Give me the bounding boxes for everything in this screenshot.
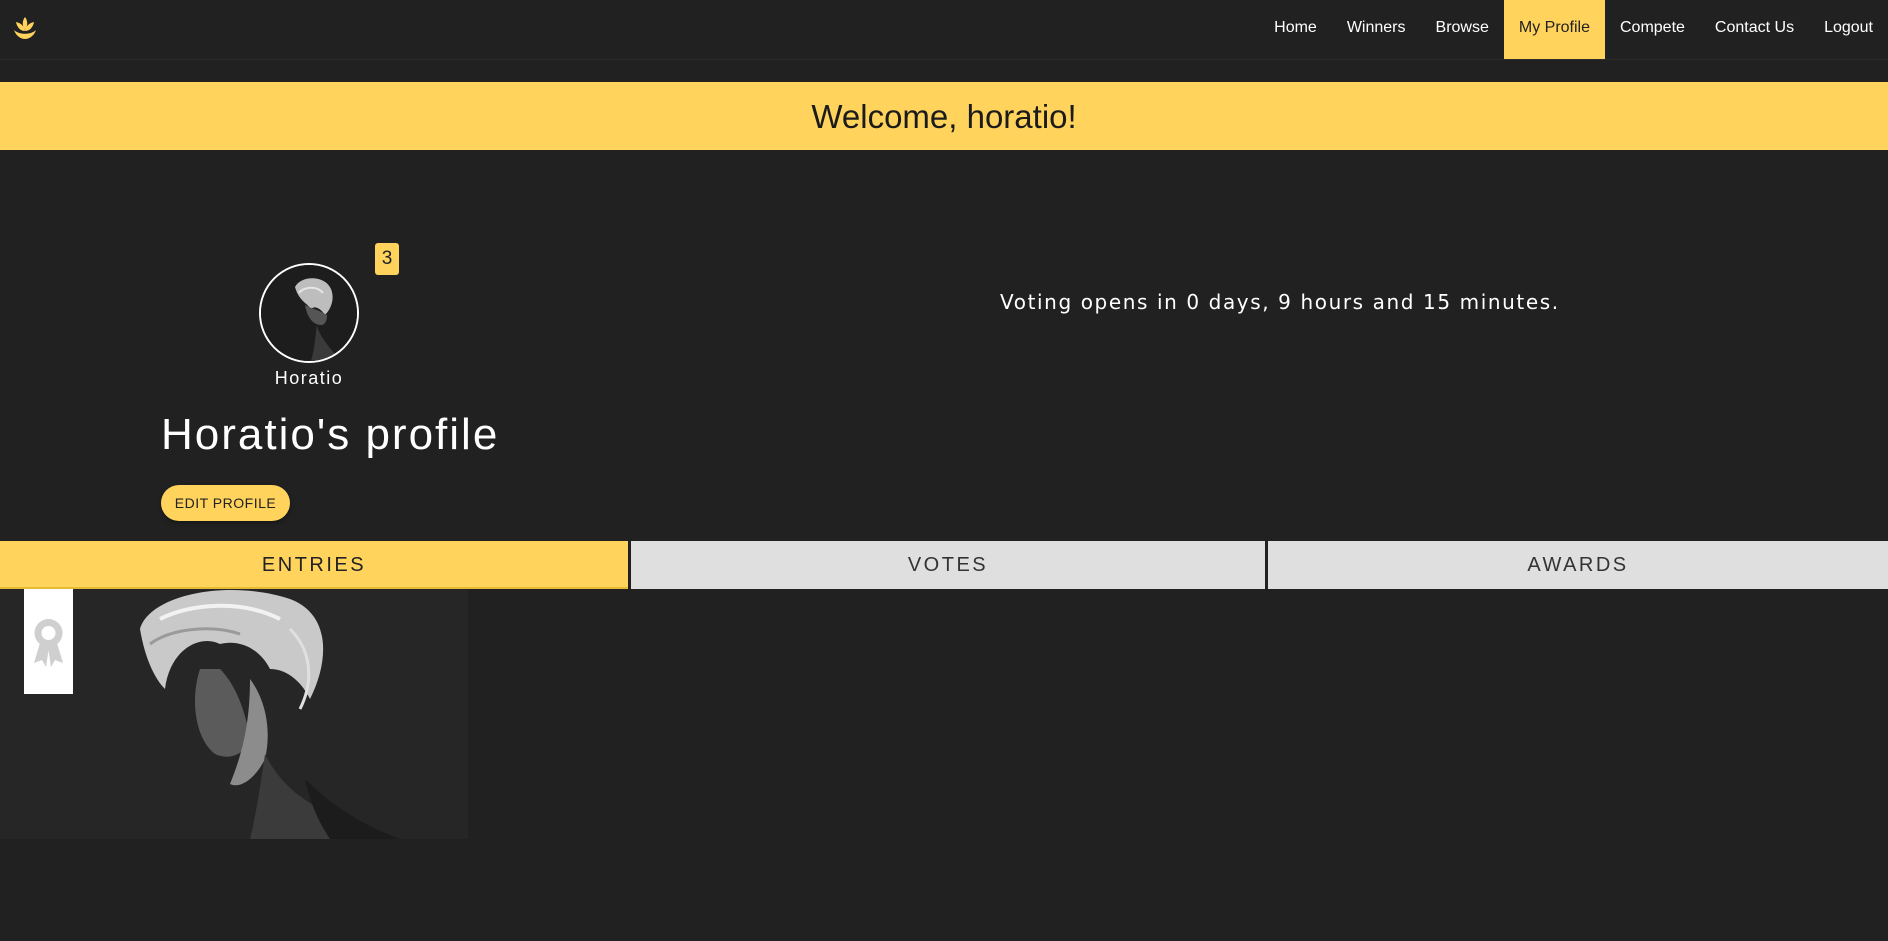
lotus-icon[interactable]: [10, 14, 40, 40]
award-ribbon-tag[interactable]: [24, 589, 73, 694]
nav-browse[interactable]: Browse: [1421, 0, 1504, 59]
avatar-portrait-image: [261, 265, 357, 361]
tab-awards[interactable]: AWARDS: [1268, 541, 1888, 589]
main-nav: Home Winners Browse My Profile Compete C…: [1259, 0, 1888, 59]
profile-title: Horatio's profile: [161, 410, 500, 459]
nav-contact-us[interactable]: Contact Us: [1700, 0, 1809, 59]
profile-tabs: ENTRIES VOTES AWARDS: [0, 541, 1888, 589]
tab-votes[interactable]: VOTES: [631, 541, 1265, 589]
top-navbar: Home Winners Browse My Profile Compete C…: [0, 0, 1888, 60]
avatar[interactable]: [259, 263, 359, 363]
nav-my-profile[interactable]: My Profile: [1503, 0, 1605, 59]
welcome-banner: Welcome, horatio!: [0, 82, 1888, 150]
nav-winners[interactable]: Winners: [1332, 0, 1421, 59]
entry-count-badge: 3: [375, 243, 399, 275]
avatar-name: Horatio: [274, 368, 344, 388]
nav-home[interactable]: Home: [1259, 0, 1332, 59]
edit-profile-button[interactable]: EDIT PROFILE: [161, 485, 290, 521]
nav-compete[interactable]: Compete: [1605, 0, 1700, 59]
award-ribbon-icon: [34, 619, 63, 667]
voting-countdown: Voting opens in 0 days, 9 hours and 15 m…: [1000, 290, 1560, 314]
nav-logout[interactable]: Logout: [1809, 0, 1888, 59]
tab-entries[interactable]: ENTRIES: [0, 541, 628, 589]
